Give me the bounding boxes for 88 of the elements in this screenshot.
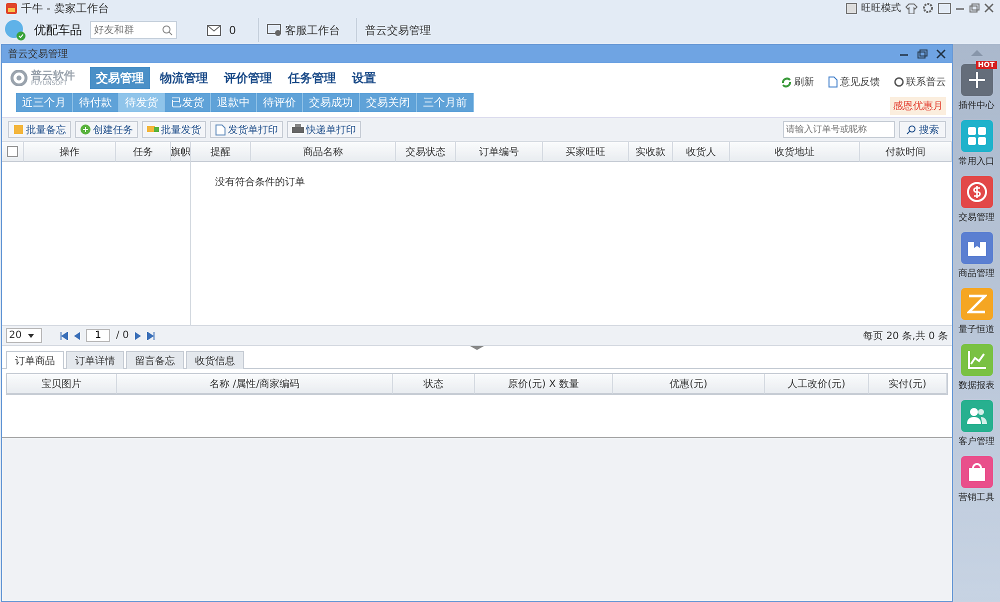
caret-icon bbox=[28, 334, 34, 338]
column-header: 付款时间 bbox=[860, 142, 952, 162]
dollar-icon bbox=[966, 181, 988, 203]
column-header: 宝贝图片 bbox=[7, 374, 117, 394]
search-icon bbox=[162, 25, 173, 36]
last-page-icon[interactable] bbox=[146, 332, 155, 340]
detail-tab[interactable]: 收货信息 bbox=[186, 351, 244, 369]
previous-page-icon[interactable] bbox=[74, 332, 80, 340]
close-icon[interactable] bbox=[984, 3, 994, 13]
detail-tab[interactable]: 订单商品 bbox=[6, 351, 64, 369]
logo-icon bbox=[10, 70, 28, 86]
note-icon bbox=[13, 124, 24, 135]
friend-search-field[interactable]: 好友和群 bbox=[90, 21, 177, 39]
top-tab[interactable]: 客服工作台 bbox=[258, 18, 348, 42]
close-icon[interactable] bbox=[936, 49, 946, 59]
document-icon bbox=[215, 124, 226, 136]
action-button[interactable]: 创建任务 bbox=[75, 121, 138, 138]
restore-icon[interactable] bbox=[917, 49, 928, 59]
message-count: 0 bbox=[229, 24, 236, 36]
empty-message: 没有符合条件的订单 bbox=[215, 177, 305, 188]
screen-icon[interactable] bbox=[938, 2, 951, 14]
shirt-icon[interactable] bbox=[905, 2, 918, 14]
app-title: 千牛 - 卖家工作台 bbox=[21, 0, 109, 16]
action-button[interactable]: 发货单打印 bbox=[210, 121, 283, 138]
account-name: 优配车品 bbox=[34, 22, 82, 38]
people-icon bbox=[966, 407, 988, 425]
page-total: / 0 bbox=[116, 330, 129, 341]
column-header: 优惠(元) bbox=[613, 374, 765, 394]
order-search-field[interactable]: 请输入订单号或昵称 bbox=[783, 121, 895, 138]
action-button[interactable]: 批量发货 bbox=[142, 121, 206, 138]
detail-tab[interactable]: 留言备忘 bbox=[126, 351, 184, 369]
document-icon bbox=[828, 76, 838, 88]
window-title: 普云交易管理 bbox=[8, 48, 68, 61]
next-page-icon[interactable] bbox=[134, 332, 141, 340]
select-all-checkbox[interactable] bbox=[7, 146, 18, 157]
action-button[interactable]: 批量备忘 bbox=[8, 121, 71, 138]
chart-icon bbox=[966, 350, 986, 370]
column-header: 收货人 bbox=[673, 142, 730, 162]
first-page-icon[interactable] bbox=[60, 332, 68, 340]
grid-icon bbox=[966, 126, 986, 146]
promo-label[interactable]: 感恩优惠月 bbox=[890, 97, 946, 115]
column-header: 买家旺旺 bbox=[543, 142, 629, 162]
logo-name: 普云软件 bbox=[31, 70, 75, 80]
app-logo-icon bbox=[6, 2, 17, 14]
column-header: 原价(元) X 数量 bbox=[475, 374, 613, 394]
column-header: 订单编号 bbox=[456, 142, 543, 162]
refresh-icon bbox=[781, 76, 792, 88]
header-link[interactable]: 刷新 bbox=[781, 75, 814, 89]
top-tab[interactable]: 普云交易管理 bbox=[356, 18, 439, 42]
box-icon bbox=[966, 239, 986, 257]
column-header: 任务 bbox=[116, 142, 171, 162]
column-header: 人工改价(元) bbox=[765, 374, 869, 394]
column-header: 收货地址 bbox=[730, 142, 860, 162]
page-number-field[interactable]: 1 bbox=[86, 329, 110, 342]
header-link[interactable]: 意见反馈 bbox=[828, 75, 880, 89]
settings-icon[interactable] bbox=[922, 2, 934, 14]
nav-tab[interactable]: 设置 bbox=[346, 67, 382, 89]
column-header: 实收款 bbox=[629, 142, 673, 162]
mode-label[interactable]: 旺旺模式 bbox=[861, 1, 901, 15]
plus-icon bbox=[968, 71, 986, 89]
nav-tab[interactable]: 评价管理 bbox=[218, 67, 278, 89]
truck-icon bbox=[147, 124, 159, 135]
bag-icon bbox=[968, 462, 986, 482]
column-header: 提醒 bbox=[191, 142, 251, 162]
column-header: 操作 bbox=[24, 142, 116, 162]
restore-icon[interactable] bbox=[969, 3, 980, 13]
action-button[interactable]: 快递单打印 bbox=[287, 121, 361, 138]
page-summary: 每页 20 条,共 0 条 bbox=[863, 330, 948, 342]
header-link[interactable]: 联系普云 bbox=[894, 75, 946, 89]
column-header: 交易状态 bbox=[396, 142, 456, 162]
nav-tab[interactable]: 物流管理 bbox=[154, 67, 214, 89]
search-icon bbox=[906, 124, 916, 134]
printer-icon bbox=[292, 124, 304, 135]
headset-icon bbox=[894, 77, 904, 87]
nav-tab[interactable]: 任务管理 bbox=[282, 67, 342, 89]
desk-icon bbox=[267, 24, 282, 36]
monitor-icon[interactable] bbox=[846, 2, 857, 14]
column-header: 商品名称 bbox=[251, 142, 396, 162]
column-header: 名称 /属性/商家编码 bbox=[117, 374, 393, 394]
stripes-icon bbox=[966, 294, 986, 314]
avatar-icon bbox=[4, 19, 26, 41]
mail-icon[interactable] bbox=[207, 24, 221, 36]
column-header: 状态 bbox=[393, 374, 475, 394]
column-header: 实付(元) bbox=[869, 374, 947, 394]
page-size-select[interactable]: 20 bbox=[6, 328, 42, 343]
search-button[interactable]: 搜索 bbox=[899, 121, 946, 138]
detail-tab[interactable]: 订单详情 bbox=[66, 351, 124, 369]
add-icon bbox=[80, 124, 91, 135]
